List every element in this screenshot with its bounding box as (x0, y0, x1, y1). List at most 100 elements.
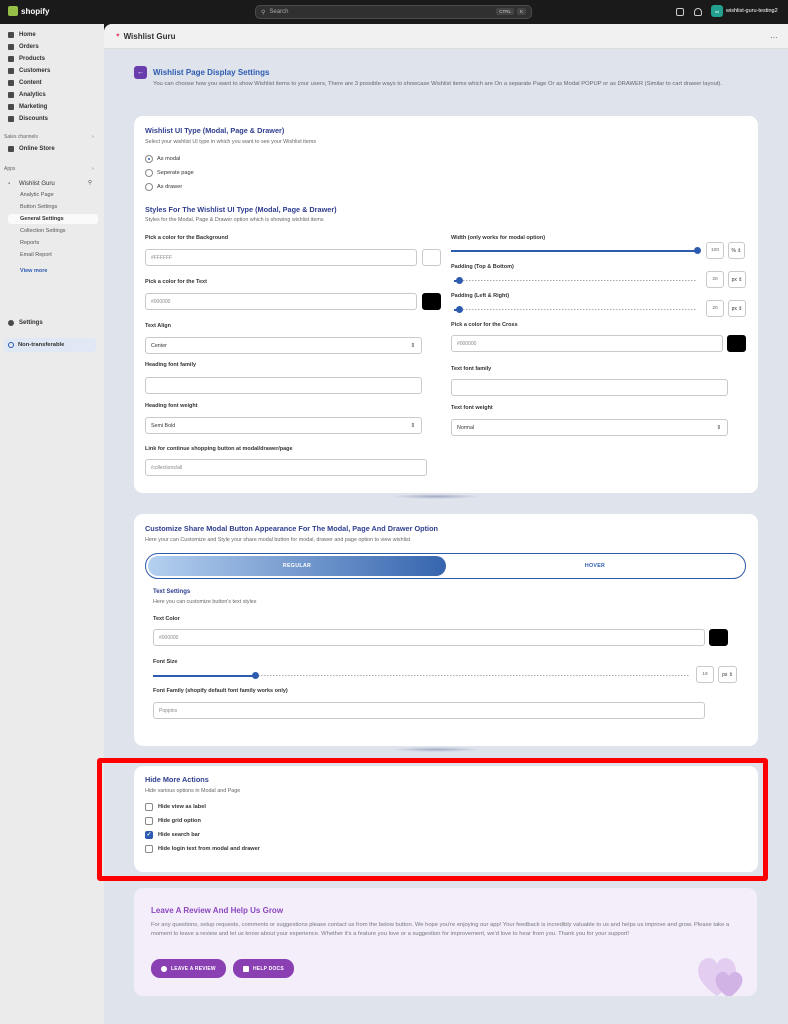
shopify-logo[interactable]: shopify (8, 6, 49, 16)
text-font-family-input[interactable] (451, 379, 728, 396)
sidebar-item-content[interactable]: Content (8, 78, 42, 88)
padding-lr-slider[interactable] (454, 306, 697, 313)
share-text-color-swatch[interactable] (709, 629, 728, 646)
slider-handle[interactable] (455, 306, 463, 313)
text-font-family-label: Text font family (451, 366, 492, 372)
padding-tb-label: Padding (Top & Bottom) (451, 264, 514, 270)
heading-font-family-input[interactable] (145, 377, 422, 394)
store-icon (8, 146, 14, 152)
sidebar-item-settings[interactable]: Settings (8, 318, 43, 328)
share-text-color-input[interactable]: #000000 (153, 629, 705, 646)
width-unit-select[interactable]: % ⇕ (728, 242, 745, 259)
bell-icon[interactable] (694, 8, 702, 16)
radio-as-modal[interactable]: As modal (145, 155, 180, 163)
width-slider[interactable] (451, 247, 701, 254)
tab-regular[interactable]: REGULAR (148, 556, 446, 576)
text-align-select[interactable]: Center ⇕ (145, 337, 422, 354)
cross-color-swatch[interactable] (727, 335, 746, 352)
sidebar-sub-reports[interactable]: Reports (20, 240, 39, 246)
card-divider-shadow (391, 494, 481, 499)
sidebar-item-customers[interactable]: Customers (8, 66, 50, 76)
share-button-card: Customize Share Modal Button Appearance … (134, 514, 758, 746)
sidebar-sub-general-settings[interactable]: General Settings (8, 214, 98, 224)
store-menu[interactable]: wi wishlist-guru-testing2 (711, 5, 778, 17)
analytics-icon (8, 92, 14, 98)
radio-button[interactable] (145, 169, 153, 177)
font-size-slider[interactable] (153, 672, 690, 679)
top-bar: shopify ⚲ Search CTRL K wi wishlist-guru-t… (0, 0, 788, 24)
search-icon: ⚲ (261, 9, 266, 16)
padding-lr-label: Padding (Left & Right) (451, 293, 510, 299)
cross-color-input[interactable]: #000000 (451, 335, 723, 352)
chevron-right-icon[interactable]: › (92, 166, 94, 172)
share-font-family-input[interactable]: Poppins (153, 702, 705, 719)
chevron-right-icon[interactable]: › (92, 134, 94, 140)
shopify-bag-icon (8, 6, 18, 16)
sidebar-item-analytics[interactable]: Analytics (8, 90, 46, 100)
font-size-unit-select[interactable]: px ⇕ (718, 666, 737, 683)
padding-tb-unit-select[interactable]: px ⇕ (728, 271, 746, 288)
sidebar-sub-button-settings[interactable]: Button Settings (20, 204, 57, 210)
avatar: wi (711, 5, 723, 17)
width-number-input[interactable]: 100 (706, 242, 724, 259)
select-arrows-icon: ⇕ (410, 422, 415, 429)
sidebar-item-home[interactable]: Home (8, 30, 36, 40)
radio-button[interactable] (145, 183, 153, 191)
font-family-label: Font Family (shopify default font family… (153, 688, 288, 694)
slider-handle[interactable] (455, 277, 463, 284)
pin-icon[interactable]: ⚲ (88, 180, 92, 186)
leave-review-button[interactable]: LEAVE A REVIEW (151, 959, 226, 978)
text-color-swatch[interactable] (422, 293, 441, 310)
home-icon (8, 32, 14, 38)
person-icon (8, 68, 14, 74)
search-input[interactable]: ⚲ Search CTRL K (255, 5, 532, 19)
app-header: ♥ Wishlist Guru (104, 24, 788, 49)
slider-handle[interactable] (694, 247, 701, 254)
bg-color-swatch[interactable] (422, 249, 441, 266)
radio-seperate-page[interactable]: Seperate page (145, 169, 194, 177)
bg-color-input[interactable]: #FFFFFF (145, 249, 417, 266)
sidebar-sub-email-report[interactable]: Email Report (20, 252, 52, 258)
sidebar-sub-collection-settings[interactable]: Collection Settings (20, 228, 66, 234)
marketing-icon (8, 104, 14, 110)
slider-handle[interactable] (252, 672, 260, 679)
sidebar-item-products[interactable]: Products (8, 54, 45, 64)
review-card: Leave A Review And Help Us Grow For any … (134, 888, 757, 996)
sidebar-item-orders[interactable]: Orders (8, 42, 39, 52)
view-more-link[interactable]: View more (20, 268, 47, 274)
text-font-weight-label: Text font weight (451, 405, 493, 411)
arrow-left-icon: ← (137, 69, 144, 76)
sidebar-item-discounts[interactable]: Discounts (8, 114, 48, 124)
text-color-input[interactable]: #000000 (145, 293, 417, 310)
sidebar-item-marketing[interactable]: Marketing (8, 102, 47, 112)
width-label: Width (only works for modal option) (451, 235, 546, 241)
style-tabs: REGULAR HOVER (145, 553, 746, 579)
heading-font-family-label: Heading font family (145, 362, 197, 368)
padding-lr-unit-select[interactable]: px ⇕ (728, 300, 746, 317)
padding-lr-number-input[interactable]: 20 (706, 300, 724, 317)
non-transferable-badge[interactable]: Non-transferable (4, 338, 96, 352)
sidebar-item-wishlist-guru[interactable]: ▪ Wishlist Guru (8, 179, 55, 189)
radio-button[interactable] (145, 155, 153, 163)
styles-subtitle: Styles for the Modal, Page & Drawer opti… (145, 217, 324, 223)
text-font-weight-select[interactable]: Normal ⇕ (451, 419, 728, 436)
padding-tb-slider[interactable] (454, 277, 697, 284)
padding-tb-number-input[interactable]: 20 (706, 271, 724, 288)
shortcut-hint: CTRL K (496, 8, 526, 15)
sidebar-item-online-store[interactable]: Online Store (8, 144, 55, 154)
radio-as-drawer[interactable]: As drawer (145, 183, 182, 191)
card-divider-shadow (391, 747, 481, 752)
back-button[interactable]: ← (134, 66, 147, 79)
more-actions-icon[interactable]: ··· (770, 33, 778, 42)
help-docs-button[interactable]: HELP DOCS (233, 959, 294, 978)
font-size-number-input[interactable]: 19 (696, 666, 714, 683)
tab-hover[interactable]: HOVER (446, 556, 744, 576)
app-dot-icon: ▪ (8, 181, 11, 187)
select-arrows-icon: ⇕ (716, 424, 721, 431)
store-icon[interactable] (676, 8, 684, 16)
review-title: Leave A Review And Help Us Grow (151, 906, 284, 915)
continue-shopping-link-input[interactable]: /collections/all (145, 459, 427, 476)
info-icon (8, 342, 14, 348)
heading-font-weight-select[interactable]: Semi Bold ⇕ (145, 417, 422, 434)
sidebar-sub-analytic-page[interactable]: Analytic Page (20, 192, 54, 198)
